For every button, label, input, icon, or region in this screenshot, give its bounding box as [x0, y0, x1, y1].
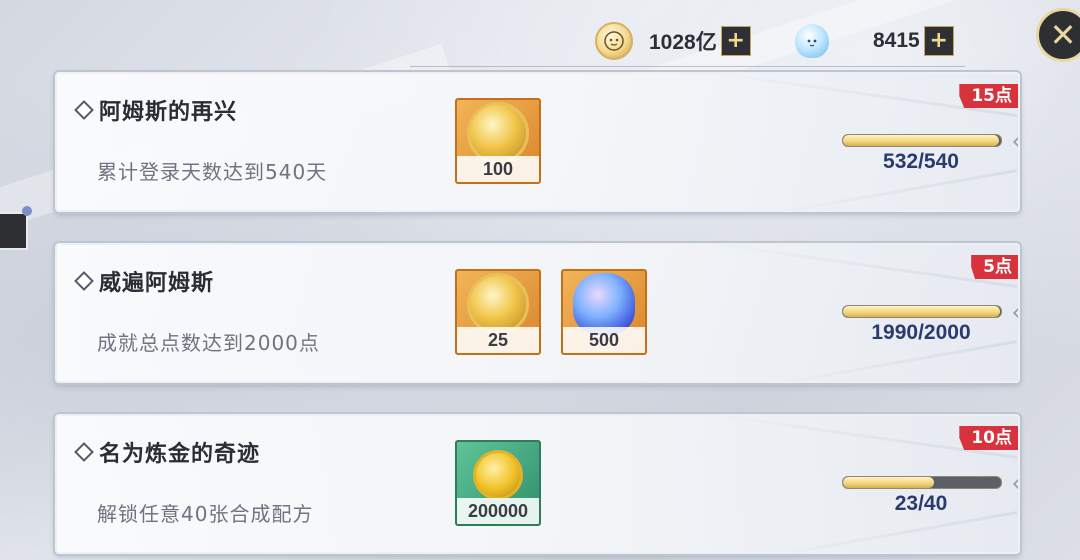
card-decoration — [760, 511, 1018, 552]
points-badge: 5点 — [971, 255, 1018, 279]
achievement-description: 解锁任意40张合成配方 — [97, 502, 314, 526]
diamond-bullet-icon — [74, 100, 94, 120]
reward-count: 100 — [457, 156, 539, 182]
progress-bar — [842, 305, 1002, 318]
sparkle-icon — [1012, 298, 1018, 328]
reward-count: 25 — [457, 327, 539, 353]
achievement-description: 成就总点数达到2000点 — [97, 331, 320, 355]
close-button[interactable]: ✕ — [1036, 8, 1080, 62]
progress-text: 23/40 — [894, 492, 948, 515]
points-badge: 10点 — [959, 426, 1018, 450]
points-badge: 15点 — [959, 84, 1018, 108]
progress-bar-fill — [843, 135, 999, 146]
add-gold-button[interactable]: + — [720, 26, 751, 56]
achievement-title-row: 名为炼金的奇迹 — [74, 436, 261, 468]
gem-currency: 8415 + — [795, 22, 954, 60]
achievement-title-row: 威遍阿姆斯 — [74, 265, 215, 297]
gold-coin-icon — [473, 449, 523, 500]
progress-text: 1990/2000 — [871, 321, 971, 344]
slime-gem-icon — [795, 24, 829, 58]
achievement-card: 名为炼金的奇迹 解锁任意40张合成配方 200000 10点 23/40 — [55, 414, 1020, 554]
sparkle-icon — [1012, 469, 1018, 499]
progress-bar — [842, 476, 1002, 489]
diamond-bullet-icon — [74, 442, 94, 462]
achievement-card: 威遍阿姆斯 成就总点数达到2000点 25 500 5点 1990/2000 — [55, 243, 1020, 383]
gold-face-icon — [595, 22, 633, 60]
card-decoration — [760, 169, 1018, 210]
sparkle-icon — [1012, 127, 1018, 157]
blue-slime-icon — [573, 272, 635, 335]
achievement-description: 累计登录天数达到540天 — [97, 160, 328, 184]
side-tab[interactable] — [0, 212, 28, 250]
reward-count: 200000 — [457, 498, 539, 524]
achievement-title: 阿姆斯的再兴 — [99, 100, 238, 125]
progress-bar-fill — [843, 477, 934, 488]
achievement-title: 名为炼金的奇迹 — [99, 442, 261, 467]
achievement-card: 阿姆斯的再兴 累计登录天数达到540天 100 15点 532/540 — [55, 72, 1020, 212]
side-tab-dot — [22, 206, 32, 216]
reward-count: 500 — [563, 327, 645, 353]
reward-item[interactable]: 25 — [455, 269, 541, 355]
achievement-title: 威遍阿姆斯 — [99, 271, 215, 296]
add-gem-button[interactable]: + — [923, 26, 954, 56]
progress-text: 532/540 — [883, 150, 959, 173]
gold-amount: 1028亿 — [649, 31, 717, 54]
gold-medal-icon — [467, 272, 529, 335]
gem-amount: 8415 — [873, 29, 920, 52]
progress-bar — [842, 134, 1002, 147]
reward-item[interactable]: 100 — [455, 98, 541, 184]
reward-item[interactable]: 200000 — [455, 440, 541, 526]
reward-item[interactable]: 500 — [561, 269, 647, 355]
card-decoration — [699, 245, 1018, 288]
gold-medal-icon — [467, 101, 529, 164]
card-decoration — [760, 340, 1018, 381]
achievement-title-row: 阿姆斯的再兴 — [74, 94, 238, 126]
gold-currency: 1028亿 + — [595, 22, 751, 60]
progress-bar-fill — [843, 306, 1001, 317]
close-icon: ✕ — [1049, 16, 1077, 54]
diamond-bullet-icon — [74, 271, 94, 291]
